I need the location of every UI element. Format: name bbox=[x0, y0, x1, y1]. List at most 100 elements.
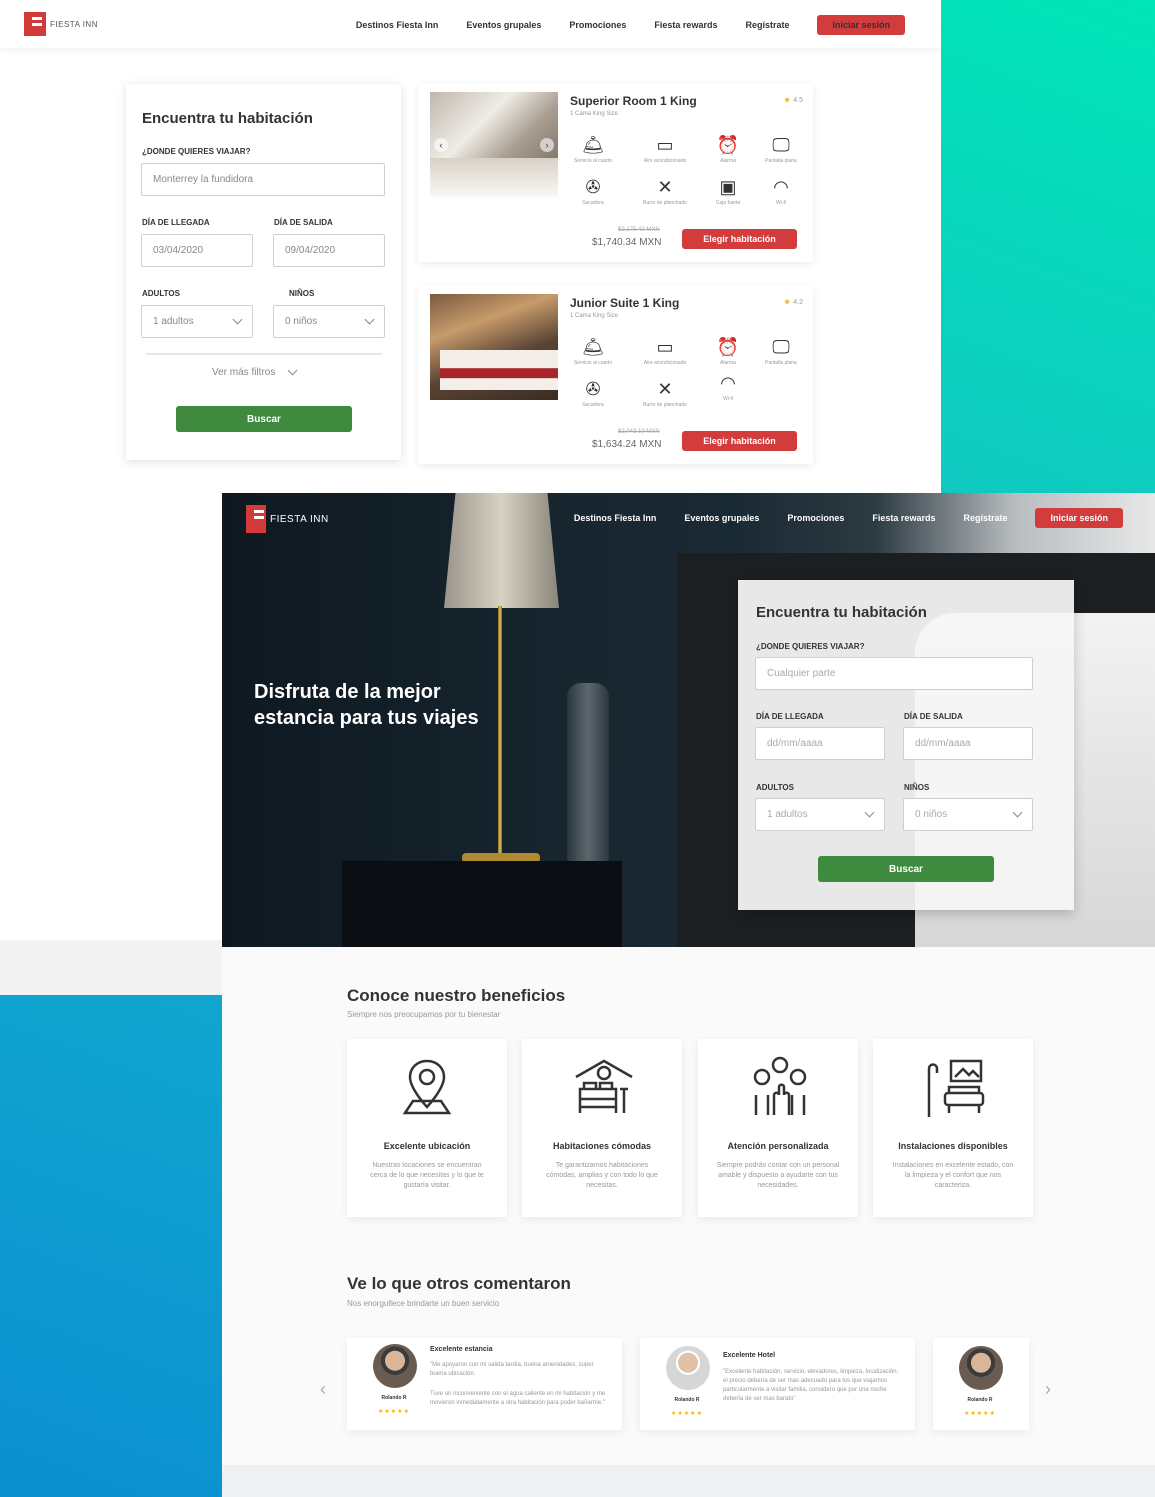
personal-attention-icon bbox=[753, 1056, 807, 1115]
kids-label: NIÑOS bbox=[904, 783, 930, 792]
amenity-room-service: 🛎 Servicio al cuarto bbox=[563, 336, 623, 366]
choose-room-button[interactable]: Elegir habitación bbox=[682, 431, 797, 451]
carousel-next-icon[interactable]: › bbox=[540, 138, 554, 152]
nav-rewards[interactable]: Fiesta rewards bbox=[654, 20, 717, 30]
nav-registrate[interactable]: Regístrate bbox=[963, 513, 1007, 523]
room-card: Junior Suite 1 King 1 Cama King Size ★ 4.… bbox=[418, 286, 813, 464]
nav-eventos[interactable]: Eventos grupales bbox=[684, 513, 759, 523]
review-text: Tuve un inconveniente con el agua calien… bbox=[430, 1391, 606, 1406]
departure-date-input[interactable]: dd/mm/aaaa bbox=[903, 727, 1033, 760]
benefit-card: Atención personalizada Siempre podrás co… bbox=[698, 1039, 858, 1217]
benefits-subtitle: Siempre nos preocupamos por tu bienestar bbox=[347, 1010, 501, 1019]
room-rating: ★ 4.5 bbox=[783, 97, 803, 104]
nav-destinos[interactable]: Destinos Fiesta Inn bbox=[574, 513, 657, 523]
nav-destinos[interactable]: Destinos Fiesta Inn bbox=[356, 20, 439, 30]
wifi-icon: ◠ bbox=[773, 177, 789, 197]
login-button[interactable]: Iniciar sesión bbox=[1035, 508, 1123, 528]
benefit-title: Excelente ubicación bbox=[383, 1141, 471, 1151]
chevron-down-icon bbox=[1012, 807, 1023, 818]
amenity-ironing: ✕ Burro de planchado bbox=[635, 176, 695, 206]
amenity-tv: 🖵 Pantalla plana bbox=[751, 336, 811, 366]
bedroom-icon bbox=[575, 1059, 633, 1113]
departure-date-input[interactable]: 09/04/2020 bbox=[273, 234, 385, 267]
arrival-label: DÍA DE LLEGADA bbox=[142, 218, 210, 227]
avatar bbox=[959, 1346, 1003, 1390]
amenity-hairdryer: ✇ Secadora bbox=[563, 378, 623, 408]
more-filters-toggle[interactable]: Ver más filtros bbox=[212, 365, 298, 378]
bed-shape bbox=[440, 350, 558, 390]
air-conditioner-icon: ▭ bbox=[656, 135, 674, 155]
destination-input[interactable]: Monterrey la fundidora bbox=[141, 163, 385, 196]
location-pin-icon bbox=[402, 1059, 452, 1115]
chevron-down-icon bbox=[864, 807, 875, 818]
kids-select[interactable]: 0 niños bbox=[273, 305, 385, 338]
testimonial-card: Rolando R ★★★★★ Excelente estancia "Me a… bbox=[347, 1338, 622, 1430]
departure-label: DÍA DE SALIDA bbox=[274, 218, 333, 227]
amenity-wifi: ◠ Wi-fi bbox=[698, 372, 758, 402]
alarm-icon: ⏰ bbox=[716, 135, 740, 155]
adults-select[interactable]: 1 adultos bbox=[755, 798, 885, 831]
amenity-room-service: 🛎 Servicio al cuarto bbox=[563, 134, 623, 164]
search-button[interactable]: Buscar bbox=[818, 856, 994, 882]
wifi-icon: ◠ bbox=[720, 373, 736, 393]
brand-name: FIESTA INN bbox=[270, 513, 329, 525]
star-icon: ★ bbox=[783, 299, 791, 306]
reviewer-name: Rolando R bbox=[967, 1397, 993, 1403]
arrival-date-input[interactable]: dd/mm/aaaa bbox=[755, 727, 885, 760]
nav-rewards[interactable]: Fiesta rewards bbox=[872, 513, 935, 523]
brand-logo[interactable]: FIESTA INN bbox=[24, 12, 98, 36]
brand-logo[interactable]: FIESTA INN bbox=[246, 505, 329, 533]
room-photo bbox=[430, 294, 558, 400]
nav-promociones[interactable]: Promociones bbox=[569, 20, 626, 30]
review-title: Excelente estancia bbox=[430, 1346, 493, 1353]
hero-search-form: Encuentra tu habitación ¿DONDE QUIERES V… bbox=[738, 580, 1074, 910]
avatar bbox=[666, 1346, 710, 1390]
benefits-title: Conoce nuestro beneficios bbox=[347, 986, 566, 1005]
carousel-prev-icon[interactable]: ‹ bbox=[320, 1379, 326, 1400]
hairdryer-icon: ✇ bbox=[585, 379, 601, 399]
adults-select[interactable]: 1 adultos bbox=[141, 305, 253, 338]
room-service-icon: 🛎 bbox=[581, 337, 605, 357]
divider bbox=[146, 353, 382, 355]
nav-promociones[interactable]: Promociones bbox=[787, 513, 844, 523]
arrival-date-input[interactable]: 03/04/2020 bbox=[141, 234, 253, 267]
nav-registrate[interactable]: Regístrate bbox=[745, 20, 789, 30]
carousel-prev-icon[interactable]: ‹ bbox=[434, 138, 448, 152]
benefit-text: Nuestras locaciones se encuentran cerca … bbox=[370, 1162, 484, 1189]
facilities-icon bbox=[927, 1059, 985, 1117]
hairdryer-icon: ✇ bbox=[585, 177, 601, 197]
chevron-down-icon bbox=[364, 314, 375, 325]
testimonial-card: Rolando R ★★★★★ bbox=[933, 1338, 1029, 1430]
rating-stars: ★★★★★ bbox=[378, 1409, 410, 1415]
nav-eventos[interactable]: Eventos grupales bbox=[466, 20, 541, 30]
hero-nightstand bbox=[342, 861, 622, 947]
room-price: $1,634.24 MXN bbox=[592, 439, 662, 450]
where-label: ¿DONDE QUIERES VIAJAR? bbox=[142, 147, 251, 156]
chevron-down-icon bbox=[232, 314, 243, 325]
choose-room-button[interactable]: Elegir habitación bbox=[682, 229, 797, 249]
ironing-icon: ✕ bbox=[657, 177, 673, 197]
brand-name: FIESTA INN bbox=[50, 19, 98, 29]
arrival-label: DÍA DE LLEGADA bbox=[756, 712, 824, 721]
benefit-card: Instalaciones disponibles Instalaciones … bbox=[873, 1039, 1033, 1217]
destination-input[interactable]: Cualquier parte bbox=[755, 657, 1033, 690]
amenity-ac: ▭ Aire acondicionado bbox=[635, 134, 695, 164]
safe-box-icon: ▣ bbox=[719, 177, 737, 197]
benefit-card: Excelente ubicación Nuestras locaciones … bbox=[347, 1039, 507, 1217]
home-page-screenshot: FIESTA INN Destinos Fiesta Inn Eventos g… bbox=[222, 493, 1155, 1497]
ironing-icon: ✕ bbox=[657, 379, 673, 399]
benefit-card: Habitaciones cómodas Te garantizamos hab… bbox=[522, 1039, 682, 1217]
search-form-title: Encuentra tu habitación bbox=[756, 604, 927, 621]
search-button[interactable]: Buscar bbox=[176, 406, 352, 432]
room-rating: ★ 4.2 bbox=[783, 299, 803, 306]
avatar bbox=[373, 1344, 417, 1388]
bed-shape bbox=[430, 158, 558, 198]
hero-lamp-shade bbox=[444, 493, 559, 608]
top-navbar: FIESTA INN Destinos Fiesta Inn Eventos g… bbox=[0, 0, 941, 48]
room-price: $1,740.34 MXN bbox=[592, 237, 662, 248]
kids-select[interactable]: 0 niños bbox=[903, 798, 1033, 831]
benefit-title: Instalaciones disponibles bbox=[898, 1141, 1008, 1151]
amenity-ac: ▭ Aire acondicionado bbox=[635, 336, 695, 366]
carousel-next-icon[interactable]: › bbox=[1045, 1379, 1051, 1400]
login-button[interactable]: Iniciar sesión bbox=[817, 15, 905, 35]
